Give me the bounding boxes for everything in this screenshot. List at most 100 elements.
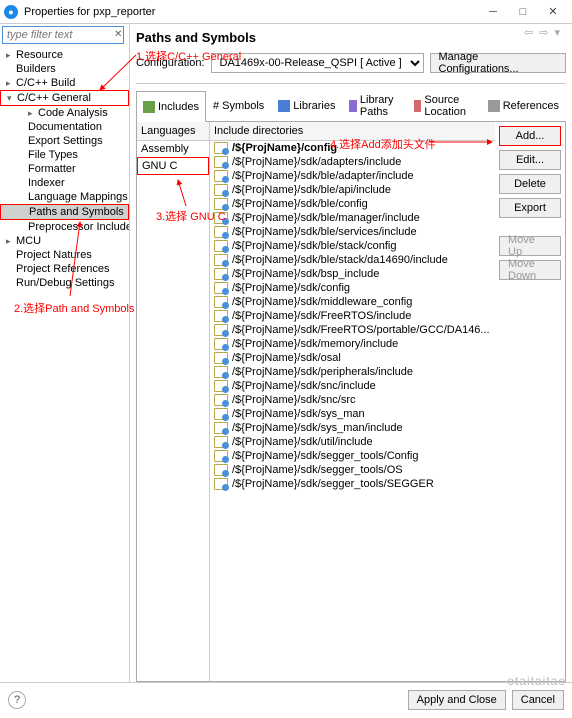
tree-item-projnatures[interactable]: Project Natures [0,248,129,262]
tree-item-codeanalysis[interactable]: ▸Code Analysis [0,106,129,120]
include-path: /${ProjName}/config [232,142,337,154]
tree-item-indexer[interactable]: Indexer [0,176,129,190]
librarypaths-icon [349,100,356,112]
tree-item-resource[interactable]: ▸Resource [0,48,129,62]
folder-icon [214,156,228,168]
include-row[interactable]: /${ProjName}/sdk/middleware_config [210,295,495,309]
edit-button[interactable]: Edit... [499,150,561,170]
include-row[interactable]: /${ProjName}/sdk/ble/api/include [210,183,495,197]
include-row[interactable]: /${ProjName}/config [210,141,495,155]
include-path: /${ProjName}/sdk/sys_man/include [232,422,403,434]
lang-gnuc[interactable]: GNU C [137,157,209,175]
include-row[interactable]: /${ProjName}/sdk/segger_tools/Config [210,449,495,463]
include-path: /${ProjName}/sdk/snc/src [232,394,356,406]
folder-icon [214,142,228,154]
cancel-button[interactable]: Cancel [512,690,564,710]
include-path: /${ProjName}/sdk/bsp_include [232,268,379,280]
folder-icon [214,366,228,378]
references-icon [488,100,500,112]
clear-filter-icon[interactable]: ✕ [114,29,122,40]
include-row[interactable]: /${ProjName}/sdk/peripherals/include [210,365,495,379]
main-panel: ⇦ ⇨ ▾ Paths and Symbols Configuration: D… [130,24,572,682]
include-row[interactable]: /${ProjName}/sdk/segger_tools/SEGGER [210,477,495,491]
include-path: /${ProjName}/sdk/memory/include [232,338,398,350]
nav-fwd-icon[interactable]: ⇨ [537,26,550,39]
tree-item-ccgeneral[interactable]: ▾C/C++ General [0,90,129,106]
config-label: Configuration: [136,57,205,69]
movedown-button[interactable]: Move Down [499,260,561,280]
include-row[interactable]: /${ProjName}/sdk/sys_man [210,407,495,421]
include-row[interactable]: /${ProjName}/sdk/ble/services/include [210,225,495,239]
tree-item-formatter[interactable]: Formatter [0,162,129,176]
folder-icon [214,212,228,224]
watermark: otaitaitao [507,674,566,688]
folder-icon [214,240,228,252]
languages-header: Languages [137,122,209,141]
tab-librarypaths[interactable]: Library Paths [342,90,406,121]
manage-config-button[interactable]: Manage Configurations... [430,53,567,73]
include-row[interactable]: /${ProjName}/sdk/ble/stack/config [210,239,495,253]
tab-symbols[interactable]: # Symbols [206,90,271,121]
delete-button[interactable]: Delete [499,174,561,194]
include-path: /${ProjName}/sdk/middleware_config [232,296,412,308]
nav-back-icon[interactable]: ⇦ [522,26,535,39]
includes-column: Include directories /${ProjName}/config/… [210,122,495,681]
include-row[interactable]: /${ProjName}/sdk/snc/include [210,379,495,393]
include-path: /${ProjName}/sdk/sys_man [232,408,365,420]
tree-item-exportsettings[interactable]: Export Settings [0,134,129,148]
tree-item-builders[interactable]: Builders [0,62,129,76]
tree-item-filetypes[interactable]: File Types [0,148,129,162]
apply-close-button[interactable]: Apply and Close [408,690,506,710]
include-row[interactable]: /${ProjName}/sdk/segger_tools/OS [210,463,495,477]
tree-item-langmappings[interactable]: Language Mappings [0,190,129,204]
include-path: /${ProjName}/sdk/snc/include [232,380,376,392]
help-button[interactable]: ? [8,691,26,709]
include-row[interactable]: /${ProjName}/sdk/util/include [210,435,495,449]
folder-icon [214,352,228,364]
moveup-button[interactable]: Move Up [499,236,561,256]
add-button[interactable]: Add... [499,126,561,146]
include-path: /${ProjName}/sdk/segger_tools/OS [232,464,403,476]
folder-icon [214,198,228,210]
tree-item-projrefs[interactable]: Project References [0,262,129,276]
include-row[interactable]: /${ProjName}/sdk/bsp_include [210,267,495,281]
include-row[interactable]: /${ProjName}/sdk/snc/src [210,393,495,407]
tree-item-pathssymbols[interactable]: Paths and Symbols [0,204,129,220]
include-path: /${ProjName}/sdk/util/include [232,436,373,448]
lang-assembly[interactable]: Assembly [137,141,209,157]
include-row[interactable]: /${ProjName}/sdk/config [210,281,495,295]
include-row[interactable]: /${ProjName}/sdk/ble/config [210,197,495,211]
folder-icon [214,436,228,448]
tree-item-ccbuild[interactable]: ▸C/C++ Build [0,76,129,90]
include-row[interactable]: /${ProjName}/sdk/FreeRTOS/include [210,309,495,323]
include-row[interactable]: /${ProjName}/sdk/osal [210,351,495,365]
tab-includes[interactable]: Includes [136,91,206,122]
include-row[interactable]: /${ProjName}/sdk/ble/stack/da14690/inclu… [210,253,495,267]
folder-icon [214,254,228,266]
tree: ▸Resource Builders ▸C/C++ Build ▾C/C++ G… [0,46,129,292]
filter-input[interactable] [2,26,124,44]
languages-column: Languages Assembly GNU C [137,122,210,681]
maximize-button[interactable]: □ [508,1,538,23]
include-row[interactable]: /${ProjName}/sdk/sys_man/include [210,421,495,435]
tree-item-preprocinclude[interactable]: Preprocessor Include [0,220,129,234]
folder-icon [214,296,228,308]
tab-sourceloc[interactable]: Source Location [407,90,481,121]
include-row[interactable]: /${ProjName}/sdk/ble/adapter/include [210,169,495,183]
include-row[interactable]: /${ProjName}/sdk/memory/include [210,337,495,351]
close-button[interactable]: ✕ [538,1,568,23]
include-row[interactable]: /${ProjName}/sdk/adapters/include [210,155,495,169]
tree-item-rundebug[interactable]: Run/Debug Settings [0,276,129,290]
include-path: /${ProjName}/sdk/ble/manager/include [232,212,420,224]
include-row[interactable]: /${ProjName}/sdk/ble/manager/include [210,211,495,225]
tab-libraries[interactable]: Libraries [271,90,342,121]
config-select[interactable]: DA1469x-00-Release_QSPI [ Active ] [211,53,424,73]
tab-references[interactable]: References [481,90,566,121]
include-row[interactable]: /${ProjName}/sdk/FreeRTOS/portable/GCC/D… [210,323,495,337]
minimize-button[interactable]: ─ [478,1,508,23]
tree-item-mcu[interactable]: ▸MCU [0,234,129,248]
nav-menu-icon[interactable]: ▾ [552,26,562,39]
export-button[interactable]: Export [499,198,561,218]
tree-item-documentation[interactable]: Documentation [0,120,129,134]
folder-icon [214,268,228,280]
